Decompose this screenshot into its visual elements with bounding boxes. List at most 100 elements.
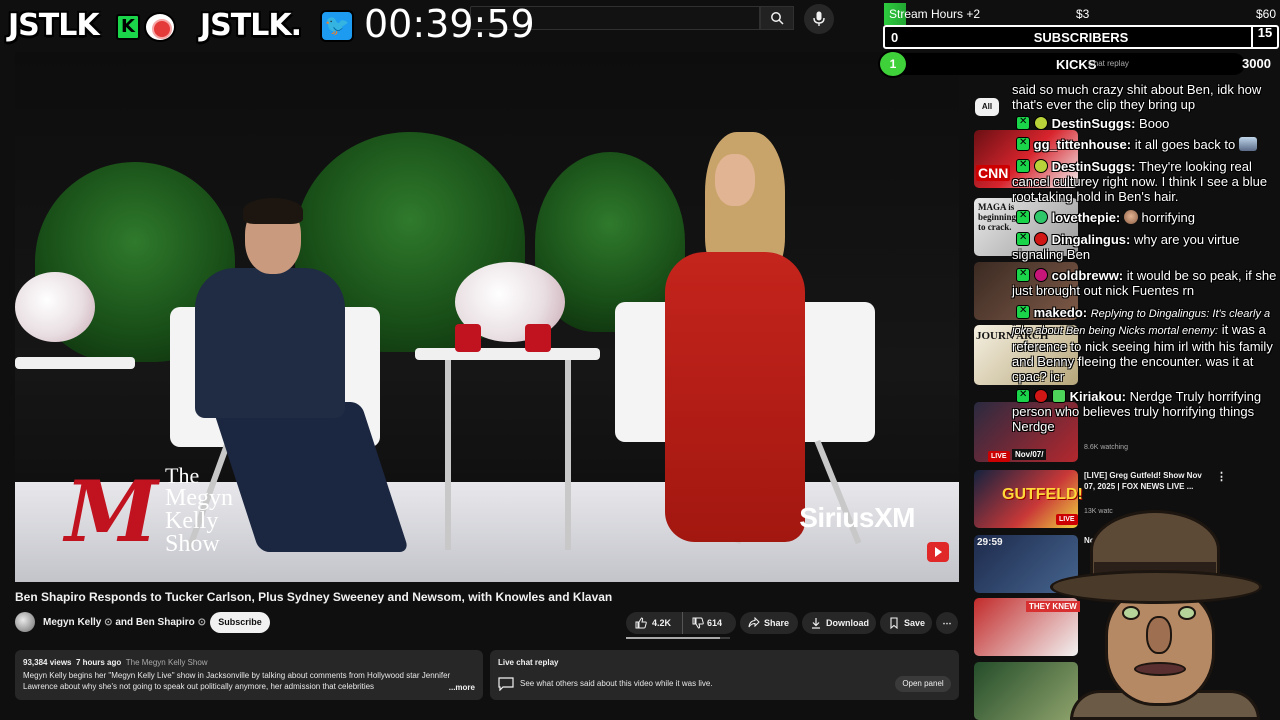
channel-avatar[interactable] xyxy=(15,612,35,632)
chat-message-text: said so much crazy shit about Ben, idk h… xyxy=(1012,82,1262,112)
chat-username: coldbreww: xyxy=(1051,268,1124,283)
kick-badge-icon xyxy=(1016,268,1030,282)
chat-message: DestinSuggs: Booo xyxy=(1012,116,1280,131)
chat-message: coldbreww: it would be so peak, if she j… xyxy=(1012,268,1280,298)
live-chat-replay-text: See what others said about this video wh… xyxy=(520,679,713,688)
chat-message-text: it all goes back to xyxy=(1134,137,1236,152)
tennis-ball-badge-icon xyxy=(1034,159,1048,173)
video-title: Ben Shapiro Responds to Tucker Carlson, … xyxy=(15,590,613,604)
red-badge-icon xyxy=(1034,389,1048,403)
like-count: 4.2K xyxy=(652,618,672,628)
kick-badge-icon xyxy=(1016,137,1030,151)
kicks-goal-sub: Chat replay xyxy=(1088,59,1129,68)
kick-badge-icon xyxy=(1016,389,1030,403)
host-woman xyxy=(615,132,815,552)
kicks-goal-target: 3000 xyxy=(1242,56,1271,71)
center-table xyxy=(415,348,600,360)
live-chat-replay-title: Live chat replay xyxy=(498,658,559,667)
chat-username: Dingalingus: xyxy=(1051,232,1131,247)
microphone-icon xyxy=(813,11,825,26)
recommended-title[interactable]: [LIVE] Greg Gutfeld! Show Nov 07, 2025 |… xyxy=(1084,470,1212,492)
verified-icon: ⊙ xyxy=(197,617,206,628)
bookmark-icon xyxy=(890,617,898,629)
thumbnail-timecode: 29:59 xyxy=(977,537,1003,548)
table-leg xyxy=(565,360,571,550)
search-button[interactable] xyxy=(760,6,794,30)
kick-badge-icon xyxy=(1016,210,1030,224)
live-badge: LIVE xyxy=(988,451,1010,462)
chat-username: DestinSuggs: xyxy=(1051,116,1136,131)
show-logo-name-1: Megyn xyxy=(165,485,233,511)
twitter-bird-icon: 🐦 xyxy=(320,10,354,42)
show-logo-name-2: Kelly xyxy=(165,508,219,534)
stream-hours-end: $60 xyxy=(1255,7,1276,21)
thumbs-down-icon xyxy=(692,617,704,629)
subscribe-button[interactable]: Subscribe xyxy=(210,612,270,633)
kick-badge-icon xyxy=(1016,305,1030,319)
live-chat-replay-box: Live chat replay See what others said ab… xyxy=(490,650,959,700)
open-panel-button[interactable]: Open panel xyxy=(895,676,951,692)
view-count: 93,384 views xyxy=(23,658,72,667)
sponsor-logo: SiriusXM xyxy=(799,502,915,533)
chat-bubble-icon xyxy=(498,677,514,691)
top-bar: JSTLK K JSTLK. 🐦 00:39:59 xyxy=(0,0,880,48)
streamer-avatar-overlay xyxy=(1050,500,1280,720)
chat-overlay: said so much crazy shit about Ben, idk h… xyxy=(1012,80,1280,440)
chat-username: Kiriakou: xyxy=(1069,389,1126,404)
chat-message: gg_tittenhouse: it all goes back to xyxy=(1012,137,1280,152)
chat-username: makedo: xyxy=(1033,305,1088,320)
subscriber-goal-current: 0 xyxy=(891,30,899,45)
stream-timer: 00:39:59 xyxy=(364,2,535,46)
subscriber-goal-target: 15 xyxy=(1251,25,1277,49)
save-label: Save xyxy=(904,618,926,628)
dislike-count: 614 xyxy=(707,618,723,628)
verified-icon: ⊙ xyxy=(104,617,113,628)
description-more-link[interactable]: ...more xyxy=(449,683,475,692)
green-badge-icon xyxy=(1034,210,1048,224)
subscriber-goal-label: SUBSCRIBERS xyxy=(1033,30,1129,45)
show-logo-the: The xyxy=(165,463,200,488)
kebab-menu-icon[interactable]: ⋮ xyxy=(1216,470,1227,483)
chat-message: DestinSuggs: They're looking real cancel… xyxy=(1012,159,1280,204)
dislike-button[interactable]: 614 xyxy=(682,612,736,634)
download-button[interactable]: Download xyxy=(802,612,876,634)
search-icon xyxy=(771,12,784,25)
emote-icon xyxy=(1123,210,1138,224)
emote-icon xyxy=(1238,137,1257,151)
kick-logo-icon: K xyxy=(116,14,140,40)
description-text: Megyn Kelly begins her "Megyn Kelly Live… xyxy=(23,671,451,691)
kick-badge-icon xyxy=(1016,232,1030,246)
like-button[interactable]: 4.2K xyxy=(626,612,680,634)
save-button[interactable]: Save xyxy=(880,612,932,634)
show-logo-m: M xyxy=(65,462,158,561)
filter-chip-all[interactable]: All xyxy=(975,98,999,116)
red-mug xyxy=(525,324,551,352)
share-label: Share xyxy=(764,618,790,628)
like-ratio-bar xyxy=(626,637,730,639)
share-button[interactable]: Share xyxy=(740,612,798,634)
red-badge-icon xyxy=(1034,232,1048,246)
voice-search-button[interactable] xyxy=(804,4,834,34)
show-logo-name-3: Show xyxy=(165,531,220,557)
chat-username: DestinSuggs: xyxy=(1051,159,1136,174)
chat-message: Kiriakou: Nerdge Truly horrifying person… xyxy=(1012,389,1280,434)
kicks-goal-current: 1 xyxy=(878,50,908,78)
channel-info[interactable]: Megyn Kelly ⊙ and Ben Shapiro ⊙ xyxy=(43,617,206,628)
record-icon xyxy=(144,12,176,42)
share-icon xyxy=(748,617,760,628)
tennis-ball-badge-icon xyxy=(1034,116,1048,130)
description-box[interactable]: 93,384 views 7 hours ago The Megyn Kelly… xyxy=(15,650,483,700)
kick-badge-icon xyxy=(1016,159,1030,173)
chat-message-text: Nerdge Truly horrifying person who belie… xyxy=(1012,389,1262,434)
subscriber-goal: SUBSCRIBERS 0 15 xyxy=(883,25,1279,49)
channel-name[interactable]: Megyn Kelly xyxy=(43,617,101,628)
collab-channel-name[interactable]: Ben Shapiro xyxy=(136,617,195,628)
streamer-logo-kick: JSTLK xyxy=(8,8,100,43)
more-actions-button[interactable]: ⋯ xyxy=(936,612,958,634)
stream-hours-mid: $3 xyxy=(1076,7,1090,21)
channel-watermark-icon[interactable] xyxy=(927,542,949,562)
description-tag[interactable]: The Megyn Kelly Show xyxy=(126,658,208,667)
chat-message: Dingalingus: why are you virtue signalin… xyxy=(1012,232,1280,262)
kick-badge-icon xyxy=(1016,116,1030,130)
video-player[interactable]: M The Megyn Kelly Show SiriusXM xyxy=(15,52,959,582)
